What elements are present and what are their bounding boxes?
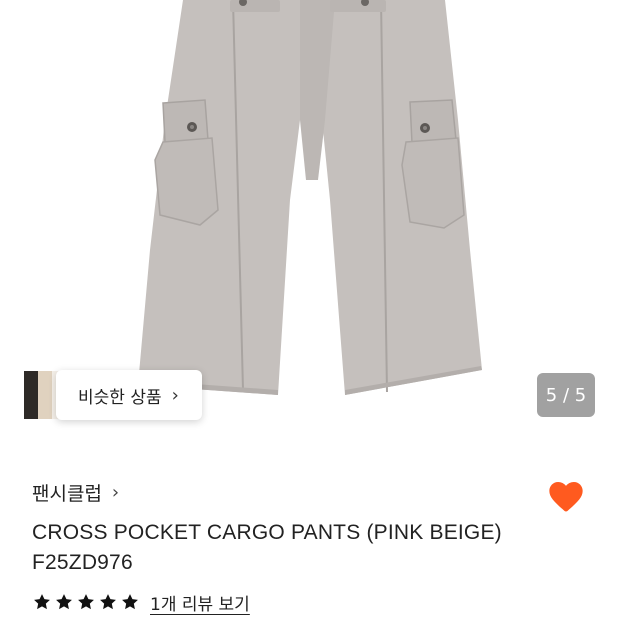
similar-thumb-1 [24,371,38,419]
star-icon [56,594,72,610]
similar-thumb-2 [38,371,52,419]
page-indicator: 5 / 5 [537,373,595,417]
rating-stars [32,592,140,612]
review-link[interactable]: 1개 리뷰 보기 [150,590,250,615]
brand-name: 팬시클럽 [32,482,102,505]
brand-link[interactable]: 팬시클럽 › [32,478,592,506]
similar-products-button[interactable]: 비슷한 상품 › [56,370,202,420]
product-image-gallery[interactable]: 비슷한 상품 › 5 / 5 [0,0,620,440]
star-icon [122,594,138,610]
rating-row: 1개 리뷰 보기 [32,588,250,616]
similar-products-label: 비슷한 상품 [78,387,162,408]
chevron-right-icon: › [171,384,179,406]
heart-icon[interactable] [546,476,586,516]
product-title: CROSS POCKET CARGO PANTS (PINK BEIGE) F2… [32,518,592,578]
star-icon [100,594,116,610]
star-icon [34,594,50,610]
star-icon [78,594,94,610]
product-info: 팬시클럽 › CROSS POCKET CARGO PANTS (PINK BE… [32,478,592,578]
chevron-right-icon: › [111,481,120,503]
product-title-line2: F25ZD976 [32,551,133,574]
product-title-line1: CROSS POCKET CARGO PANTS (PINK BEIGE) [32,521,502,544]
